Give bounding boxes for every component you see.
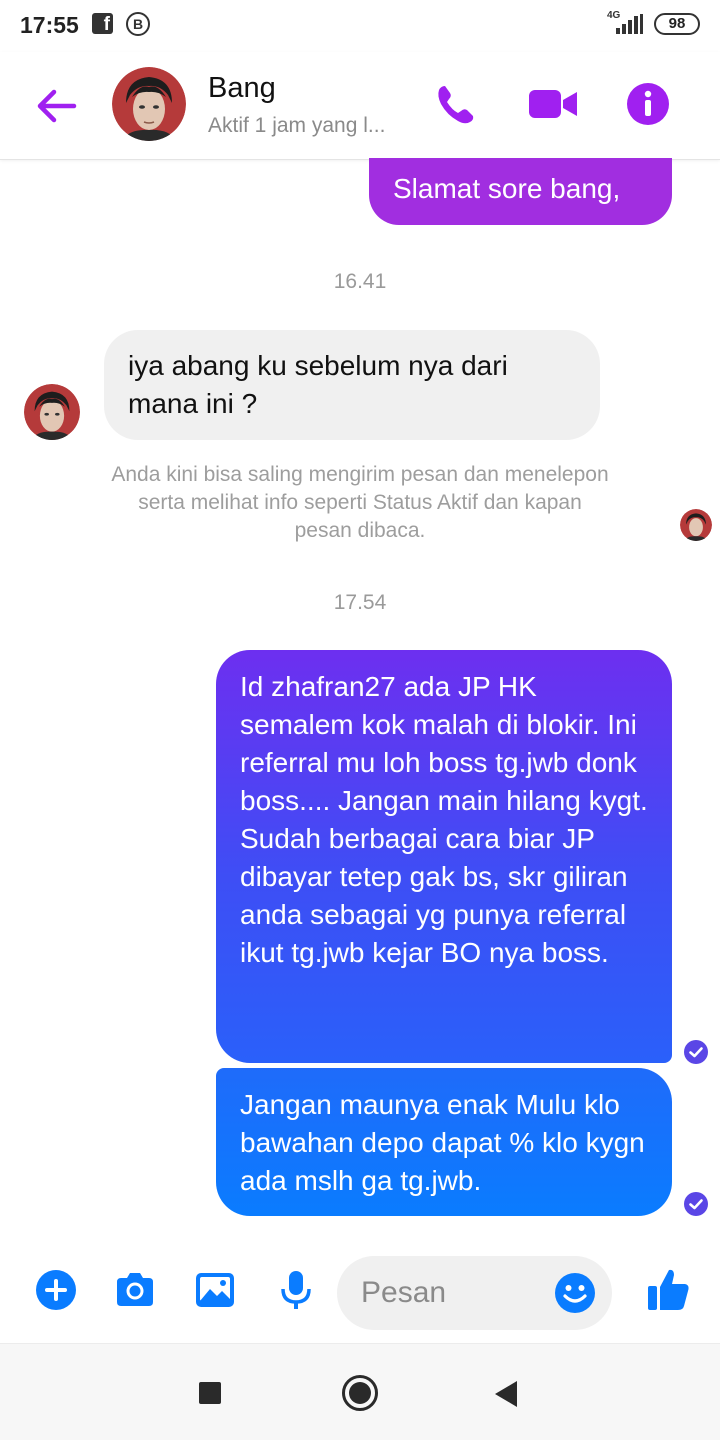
contact-name: Bang	[208, 72, 276, 104]
contact-avatar[interactable]	[112, 67, 186, 141]
seen-check-icon	[684, 1040, 708, 1064]
battery-indicator: 98	[654, 13, 700, 35]
back-button[interactable]	[495, 1381, 517, 1407]
phone-call-icon[interactable]	[432, 80, 480, 128]
status-time: 17:55	[20, 12, 79, 38]
status-bar: 17:55 f B 4G 98	[0, 0, 720, 52]
plus-icon[interactable]	[34, 1268, 78, 1312]
contact-avatar-small	[24, 384, 80, 440]
timestamp: 17.54	[333, 591, 387, 614]
outgoing-message[interactable]: Id zhafran27 ada JP HK semalem kok malah…	[216, 650, 672, 1063]
outgoing-message[interactable]: Jangan maunya enak Mulu klo bawahan depo…	[216, 1068, 672, 1216]
emoji-icon[interactable]	[554, 1272, 596, 1314]
info-icon[interactable]	[626, 82, 670, 126]
message-input-placeholder: Pesan	[361, 1276, 447, 1309]
microphone-icon[interactable]	[274, 1268, 318, 1312]
chat-header: Bang Aktif 1 jam yang l...	[0, 52, 720, 160]
b-notification-icon: B	[126, 12, 150, 36]
outgoing-message[interactable]: Slamat sore bang,	[369, 158, 672, 225]
message-input[interactable]: Pesan	[337, 1256, 612, 1330]
read-receipt-avatar	[680, 509, 712, 541]
messenger-chat-screen: 17:55 f B 4G 98 Bang Aktif 1 jam yang l.…	[0, 0, 720, 1440]
contact-active-status: Aktif 1 jam yang l...	[208, 114, 386, 137]
back-arrow-icon[interactable]	[34, 86, 78, 126]
gallery-icon[interactable]	[193, 1268, 237, 1312]
message-composer: Pesan	[0, 1250, 720, 1342]
system-navigation-bar	[0, 1343, 720, 1440]
thumbs-up-icon[interactable]	[644, 1266, 692, 1314]
camera-icon[interactable]	[113, 1268, 157, 1312]
timestamp: 16.41	[333, 270, 387, 293]
video-call-icon[interactable]	[527, 80, 579, 128]
incoming-message[interactable]: iya abang ku sebelum nya dari mana ini ?	[104, 330, 600, 440]
home-button[interactable]	[342, 1375, 378, 1411]
signal-icon	[616, 14, 643, 34]
facebook-notification-icon: f	[92, 13, 113, 34]
recent-apps-button[interactable]	[199, 1382, 221, 1404]
seen-check-icon	[684, 1192, 708, 1216]
system-message: Anda kini bisa saling mengirim pesan dan…	[111, 463, 609, 542]
